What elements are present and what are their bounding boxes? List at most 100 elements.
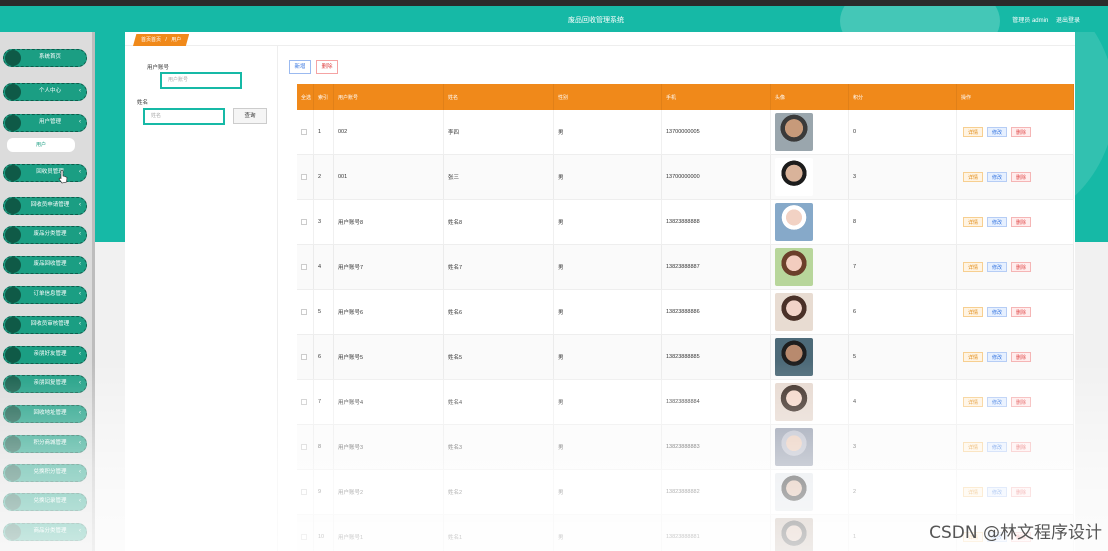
table-cell: [771, 110, 849, 154]
row-phone: 13700000005: [666, 129, 700, 135]
search-button[interactable]: 查询: [233, 108, 267, 124]
detail-button[interactable]: 详情: [963, 442, 983, 452]
sidebar-item[interactable]: 回收员审核管理 ‹: [3, 316, 87, 334]
row-phone: 13823888882: [666, 489, 700, 495]
chevron-icon: ‹: [79, 291, 81, 297]
menu-dot-icon: [5, 376, 21, 392]
mouse-cursor-icon: [58, 170, 68, 184]
delete-button[interactable]: 删除: [316, 60, 338, 74]
sidebar-item[interactable]: 废品分类管理 ‹: [3, 226, 87, 244]
detail-button[interactable]: 详情: [963, 217, 983, 227]
table-cell: 姓名5: [444, 335, 554, 379]
column-header[interactable]: 全选: [297, 84, 314, 110]
sidebar-item-label: 用户管理: [38, 119, 61, 125]
sidebar-item[interactable]: 回收员申请管理 ‹: [3, 197, 87, 215]
edit-button[interactable]: 修改: [987, 172, 1007, 182]
row-phone: 13823888883: [666, 444, 700, 450]
sidebar-item[interactable]: 亲朋回复管理 ‹: [3, 375, 87, 393]
table-cell: [771, 515, 849, 551]
table-cell: [771, 335, 849, 379]
sidebar-item[interactable]: 系统首页: [3, 49, 87, 67]
edit-button[interactable]: 修改: [987, 397, 1007, 407]
menu-dot-icon: [5, 317, 21, 333]
sidebar-item[interactable]: 兑换积分管理 ‹: [3, 464, 87, 482]
logout-link[interactable]: 退出登录: [1056, 18, 1080, 24]
table-cell: [297, 245, 314, 289]
edit-button[interactable]: 修改: [987, 127, 1007, 137]
row-points: 3: [853, 174, 857, 180]
row-checkbox[interactable]: [301, 174, 307, 180]
detail-button[interactable]: 详情: [963, 307, 983, 317]
edit-button[interactable]: 修改: [987, 487, 1007, 497]
row-points: 6: [853, 309, 857, 315]
row-delete-button[interactable]: 删除: [1011, 307, 1031, 317]
table-cell: 男: [554, 290, 662, 334]
table-cell: 13823888888: [662, 200, 771, 244]
row-gender: 男: [558, 130, 564, 136]
row-delete-button[interactable]: 删除: [1011, 127, 1031, 137]
sidebar-item-label: 回收地址管理: [33, 410, 67, 416]
row-delete-button[interactable]: 删除: [1011, 352, 1031, 362]
row-gender: 男: [558, 310, 564, 316]
sidebar-item[interactable]: 回收地址管理 ‹: [3, 405, 87, 423]
row-checkbox[interactable]: [301, 399, 307, 405]
sidebar-item[interactable]: 用户管理 ‹: [3, 114, 87, 132]
breadcrumb-home[interactable]: 首页首页: [141, 37, 161, 43]
table-cell: 6: [849, 290, 957, 334]
row-checkbox[interactable]: [301, 219, 307, 225]
sidebar-item[interactable]: 废品回收管理 ‹: [3, 256, 87, 274]
row-name: 姓名1: [448, 535, 463, 541]
edit-button[interactable]: 修改: [987, 352, 1007, 362]
edit-button[interactable]: 修改: [987, 442, 1007, 452]
row-index: 2: [318, 174, 322, 180]
sidebar-item[interactable]: 个人中心 ‹: [3, 83, 87, 101]
row-delete-button[interactable]: 删除: [1011, 217, 1031, 227]
table-cell: 男: [554, 200, 662, 244]
row-delete-button[interactable]: 删除: [1011, 172, 1031, 182]
chevron-icon: ‹: [79, 351, 81, 357]
sidebar-item-label: 废品回收管理: [33, 261, 67, 267]
sidebar-item[interactable]: 亲朋好友管理 ‹: [3, 346, 87, 364]
row-phone: 13823888886: [666, 309, 700, 315]
name-input[interactable]: 姓名: [143, 108, 225, 125]
detail-button[interactable]: 详情: [963, 262, 983, 272]
table-cell: 13823888887: [662, 245, 771, 289]
edit-button[interactable]: 修改: [987, 307, 1007, 317]
row-checkbox[interactable]: [301, 264, 307, 270]
row-checkbox[interactable]: [301, 129, 307, 135]
sidebar-item[interactable]: 回收员管理 ‹: [3, 164, 87, 182]
detail-button[interactable]: 详情: [963, 172, 983, 182]
row-points: 4: [853, 399, 857, 405]
account-input[interactable]: 用户账号: [160, 72, 242, 89]
row-delete-button[interactable]: 删除: [1011, 397, 1031, 407]
row-checkbox[interactable]: [301, 489, 307, 495]
detail-button[interactable]: 详情: [963, 397, 983, 407]
row-delete-button[interactable]: 删除: [1011, 487, 1031, 497]
row-checkbox[interactable]: [301, 309, 307, 315]
edit-button[interactable]: 修改: [987, 217, 1007, 227]
row-delete-button[interactable]: 删除: [1011, 442, 1031, 452]
sidebar-item[interactable]: 订单信息管理 ‹: [3, 286, 87, 304]
table-cell: 3: [849, 425, 957, 469]
table-cell: [771, 290, 849, 334]
row-checkbox[interactable]: [301, 354, 307, 360]
detail-button[interactable]: 详情: [963, 487, 983, 497]
edit-button[interactable]: 修改: [987, 262, 1007, 272]
column-header: 操作: [957, 84, 1074, 110]
detail-button[interactable]: 详情: [963, 127, 983, 137]
row-checkbox[interactable]: [301, 534, 307, 540]
add-button[interactable]: 新增: [289, 60, 311, 74]
table-cell: 用户账号8: [334, 200, 444, 244]
sidebar-item[interactable]: 兑换记录管理 ‹: [3, 493, 87, 511]
sidebar-item[interactable]: 商品分类管理 ‹: [3, 523, 87, 541]
breadcrumb[interactable]: 首页首页 / 用户: [133, 34, 190, 46]
sidebar-item[interactable]: 积分商城管理 ‹: [3, 435, 87, 453]
sidebar-subitem-users[interactable]: 用户: [7, 138, 75, 152]
row-delete-button[interactable]: 删除: [1011, 262, 1031, 272]
sidebar-item-label: 个人中心: [38, 88, 61, 94]
detail-button[interactable]: 详情: [963, 352, 983, 362]
row-checkbox[interactable]: [301, 444, 307, 450]
table-cell: 用户账号1: [334, 515, 444, 551]
table-cell: 2: [849, 470, 957, 514]
table-cell: 李四: [444, 110, 554, 154]
